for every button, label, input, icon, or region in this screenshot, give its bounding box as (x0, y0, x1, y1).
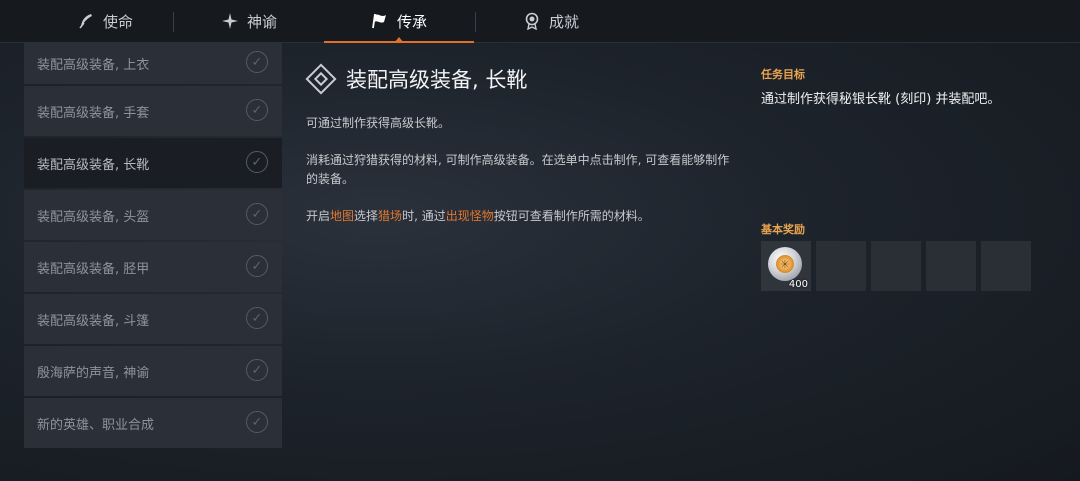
quest-label: 装配高级装备, 长靴 (37, 157, 150, 173)
tab-divider (475, 12, 476, 32)
checkmark-icon: ✓ (246, 411, 268, 433)
checkmark-icon: ✓ (246, 307, 268, 329)
reward-slot-empty (871, 241, 921, 291)
active-tab-indicator (394, 37, 404, 43)
reward-slot-empty (981, 241, 1031, 291)
quest-item-top[interactable]: 装配高级装备, 上衣 ✓ (24, 42, 282, 84)
tab-achievement[interactable]: 成就 (478, 0, 624, 42)
quest-description-2: 消耗通过狩猎获得的材料, 可制作高级装备。在选单中点击制作, 可查看能够制作的装… (306, 153, 730, 186)
quest-label: 装配高级装备, 胫甲 (37, 261, 150, 277)
quest-description-1: 可通过制作获得高级长靴。 (306, 116, 451, 130)
hunting-ground-link[interactable]: 猎场 (378, 209, 402, 223)
quest-item-oracle[interactable]: 殷海萨的声音, 神谕 ✓ (24, 346, 282, 396)
quest-label: 装配高级装备, 头盔 (37, 209, 150, 225)
tab-legacy[interactable]: 传承 (324, 0, 474, 43)
map-link[interactable]: 地图 (330, 209, 354, 223)
quest-label: 装配高级装备, 手套 (37, 105, 150, 121)
quest-item-greaves[interactable]: 装配高级装备, 胫甲 ✓ (24, 242, 282, 292)
checkmark-icon: ✓ (246, 359, 268, 381)
quest-detail: 装配高级装备, 长靴 可通过制作获得高级长靴。 消耗通过狩猎获得的材料, 可制作… (305, 62, 736, 226)
reward-quantity: 400 (788, 279, 808, 290)
quest-list: 装配高级装备, 上衣 ✓ 装配高级装备, 手套 ✓ 装配高级装备, 长靴 ✓ 装… (24, 42, 282, 450)
reward-slot[interactable]: ✳ 400 (761, 241, 811, 291)
quest-item-cloak[interactable]: 装配高级装备, 斗篷 ✓ (24, 294, 282, 344)
quest-label: 新的英雄、职业合成 (37, 417, 155, 433)
quest-description-3: 开启地图选择猎场时, 通过出现怪物按钮可查看制作所需的材料。 (306, 207, 736, 226)
quest-item-gloves[interactable]: 装配高级装备, 手套 ✓ (24, 86, 282, 136)
quest-label: 装配高级装备, 斗篷 (37, 313, 150, 329)
quest-item-boots[interactable]: 装配高级装备, 长靴 ✓ (24, 138, 282, 188)
objective-text: 通过制作获得秘银长靴 (刻印) 并装配吧。 (761, 92, 1001, 107)
reward-slot-empty (816, 241, 866, 291)
tab-mission[interactable]: 使命 (40, 0, 170, 42)
flag-icon (371, 12, 389, 30)
tab-label: 神谕 (246, 12, 277, 31)
quill-icon (77, 12, 95, 30)
tab-bar: 使命 神谕 传承 成就 (0, 0, 1080, 43)
silver-coin-icon: ✳ (768, 247, 802, 281)
star-burst-icon (221, 12, 239, 30)
quest-label: 装配高级装备, 上衣 (37, 57, 150, 73)
text-segment: 选择 (354, 209, 379, 223)
tab-label: 成就 (548, 12, 579, 31)
objective-label: 任务目标 (761, 68, 805, 81)
checkmark-icon: ✓ (246, 151, 268, 173)
tab-label: 使命 (102, 12, 133, 31)
reward-slots: ✳ 400 (761, 241, 1031, 291)
objective-panel: 任务目标 通过制作获得秘银长靴 (刻印) 并装配吧。 (761, 66, 1061, 107)
quest-item-helmet[interactable]: 装配高级装备, 头盔 ✓ (24, 190, 282, 240)
checkmark-icon: ✓ (246, 255, 268, 277)
text-segment: 按钮可查看制作所需的材料。 (493, 209, 650, 223)
tab-label: 传承 (396, 12, 427, 31)
quest-title-row: 装配高级装备, 长靴 (305, 62, 736, 96)
tab-oracle[interactable]: 神谕 (176, 0, 322, 42)
checkmark-icon: ✓ (246, 203, 268, 225)
medal-icon (523, 12, 541, 30)
reward-slot-empty (926, 241, 976, 291)
quest-emblem-icon (305, 63, 337, 95)
checkmark-icon: ✓ (246, 99, 268, 121)
quest-item-new-hero[interactable]: 新的英雄、职业合成 ✓ (24, 398, 282, 448)
checkmark-icon: ✓ (246, 51, 268, 73)
tab-divider (173, 12, 174, 32)
reward-label: 基本奖励 (761, 223, 805, 236)
quest-title: 装配高级装备, 长靴 (346, 68, 528, 92)
monster-appear-link[interactable]: 出现怪物 (446, 209, 494, 223)
quest-label: 殷海萨的声音, 神谕 (37, 365, 150, 381)
text-segment: 开启 (306, 209, 331, 223)
text-segment: 时, 通过 (402, 209, 446, 223)
